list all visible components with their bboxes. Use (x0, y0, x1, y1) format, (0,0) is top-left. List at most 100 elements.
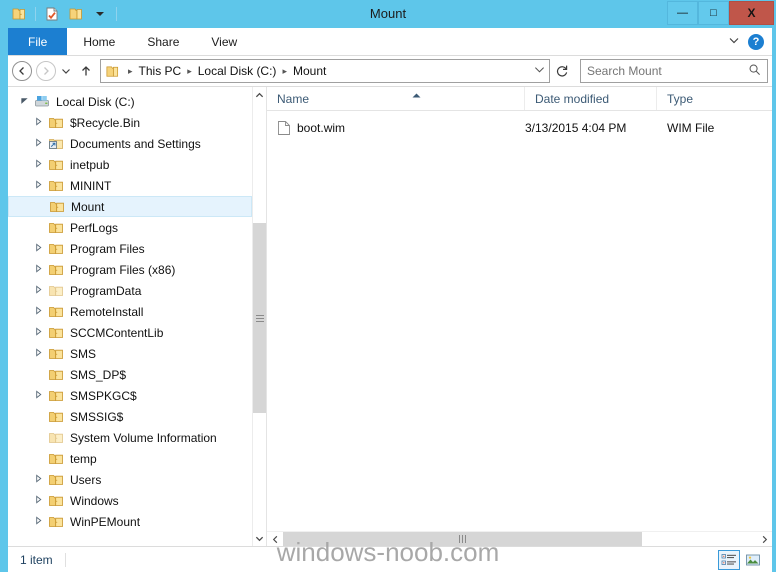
chevron-collapsed-icon[interactable] (30, 180, 46, 191)
folder-icon (46, 157, 66, 173)
title-bar: Mount — □ X (0, 0, 776, 28)
chevron-collapsed-icon[interactable] (30, 390, 46, 401)
help-icon[interactable]: ? (748, 33, 764, 50)
tree-item-label: $Recycle.Bin (70, 115, 141, 130)
chevron-collapsed-icon[interactable] (30, 516, 46, 527)
tree-item-smspkgc[interactable]: SMSPKGC$ (8, 385, 252, 406)
file-icon (277, 120, 297, 136)
chevron-collapsed-icon[interactable] (30, 285, 46, 296)
chevron-collapsed-icon[interactable] (30, 117, 46, 128)
status-bar: 1 item (8, 546, 772, 572)
chevron-collapsed-icon[interactable] (30, 138, 46, 149)
list-scroll-track[interactable] (283, 532, 756, 546)
search-box[interactable] (580, 59, 768, 83)
breadcrumb-separator-2[interactable]: ▸ (278, 66, 291, 77)
close-button[interactable]: X (729, 1, 774, 25)
tree-item-local-disk-c[interactable]: Local Disk (C:) (8, 91, 252, 112)
recent-locations-button[interactable] (58, 59, 74, 83)
list-horizontal-scrollbar[interactable] (267, 531, 772, 546)
chevron-collapsed-icon[interactable] (30, 306, 46, 317)
tree-item-winpemount[interactable]: WinPEMount (8, 511, 252, 532)
tree-item-minint[interactable]: MININT (8, 175, 252, 196)
tree-item-sms-dp[interactable]: SMS_DP$ (8, 364, 252, 385)
maximize-button[interactable]: □ (698, 1, 729, 25)
explorer-content: Local Disk (C:) $Recycle.Bin Documents and… (8, 86, 772, 546)
tree-item-label: MININT (70, 178, 112, 193)
tab-share[interactable]: Share (131, 28, 195, 55)
tree-item-system-volume-information[interactable]: System Volume Information (8, 427, 252, 448)
tab-home[interactable]: Home (67, 28, 131, 55)
tree-item-sms[interactable]: SMS (8, 343, 252, 364)
tree-item-smssig[interactable]: SMSSIG$ (8, 406, 252, 427)
breadcrumb-separator-1[interactable]: ▸ (183, 66, 196, 77)
tree-item-label: Users (70, 472, 102, 487)
chevron-collapsed-icon[interactable] (30, 495, 46, 506)
address-bar[interactable]: ▸ This PC ▸ Local Disk (C:) ▸ Mount (100, 59, 550, 83)
tab-view[interactable]: View (195, 28, 253, 55)
scroll-right-button[interactable] (756, 532, 772, 546)
shortcut-folder-icon (46, 136, 66, 152)
chevron-down-icon[interactable] (728, 34, 740, 49)
tree-item-inetpub[interactable]: inetpub (8, 154, 252, 175)
minimize-button[interactable]: — (667, 1, 698, 25)
tree-item-windows[interactable]: Windows (8, 490, 252, 511)
maximize-icon: □ (710, 6, 717, 19)
search-input[interactable] (587, 64, 748, 78)
scroll-left-button[interactable] (267, 532, 283, 546)
tree-item-users[interactable]: Users (8, 469, 252, 490)
tree-item-programdata[interactable]: ProgramData (8, 280, 252, 301)
tree-item-label: Documents and Settings (70, 136, 201, 151)
tree-item-documents-and-settings[interactable]: Documents and Settings (8, 133, 252, 154)
folder-icon (46, 493, 66, 509)
chevron-collapsed-icon[interactable] (30, 348, 46, 359)
tree-item-label: ProgramData (70, 283, 142, 298)
chevron-collapsed-icon[interactable] (30, 264, 46, 275)
address-dropdown-icon[interactable] (534, 64, 545, 78)
breadcrumb-local-disk[interactable]: Local Disk (C:) (196, 64, 279, 78)
scroll-down-button[interactable] (253, 530, 266, 546)
back-button[interactable] (10, 59, 34, 83)
details-view-button[interactable] (718, 549, 740, 570)
breadcrumb-this-pc[interactable]: This PC (137, 64, 184, 78)
tree-item-perflogs[interactable]: PerfLogs (8, 217, 252, 238)
tree-item-program-files[interactable]: Program Files (8, 238, 252, 259)
tree-item-mount[interactable]: Mount (8, 196, 252, 217)
tree-item-label: Local Disk (C:) (56, 94, 135, 109)
column-header-date-modified[interactable]: Date modified (525, 87, 657, 110)
file-list-body[interactable]: boot.wim 3/13/2015 4:04 PM WIM File (267, 111, 772, 531)
ribbon-tab-strip: File Home Share View ? (8, 28, 772, 56)
refresh-button[interactable] (550, 59, 574, 83)
column-header-type[interactable]: Type (657, 87, 772, 110)
tab-file[interactable]: File (8, 28, 68, 55)
forward-button[interactable] (34, 59, 58, 83)
tree-item-recycle-bin[interactable]: $Recycle.Bin (8, 112, 252, 133)
chevron-collapsed-icon[interactable] (30, 474, 46, 485)
folder-icon (46, 304, 66, 320)
column-header-name[interactable]: Name (267, 87, 525, 110)
tree-item-program-files-x86[interactable]: Program Files (x86) (8, 259, 252, 280)
breadcrumb-separator-0[interactable]: ▸ (124, 66, 137, 77)
back-icon (12, 61, 32, 81)
chevron-expanded-icon[interactable] (16, 96, 32, 107)
up-button[interactable] (74, 59, 98, 83)
chevron-collapsed-icon[interactable] (30, 327, 46, 338)
tree-item-remoteinstall[interactable]: RemoteInstall (8, 301, 252, 322)
tree-item-temp[interactable]: temp (8, 448, 252, 469)
breadcrumb-mount[interactable]: Mount (291, 64, 328, 78)
tree-item-sccmcontentlib[interactable]: SCCMContentLib (8, 322, 252, 343)
table-row[interactable]: boot.wim 3/13/2015 4:04 PM WIM File (267, 117, 772, 139)
file-name-cell[interactable]: boot.wim (267, 120, 525, 136)
search-icon[interactable] (748, 63, 761, 79)
folder-icon (46, 451, 66, 467)
scroll-up-button[interactable] (253, 87, 266, 103)
chevron-collapsed-icon[interactable] (30, 243, 46, 254)
address-bar-row: ▸ This PC ▸ Local Disk (C:) ▸ Mount (8, 56, 772, 86)
large-icons-view-button[interactable] (742, 550, 764, 570)
file-name-label: boot.wim (297, 121, 346, 135)
chevron-collapsed-icon[interactable] (30, 159, 46, 170)
tree-vertical-scrollbar[interactable] (252, 87, 266, 546)
file-type-cell: WIM File (667, 121, 715, 135)
tree-scroll-thumb[interactable] (253, 223, 266, 413)
tree-scroll-track[interactable] (253, 103, 266, 530)
list-scroll-thumb[interactable] (283, 532, 643, 546)
